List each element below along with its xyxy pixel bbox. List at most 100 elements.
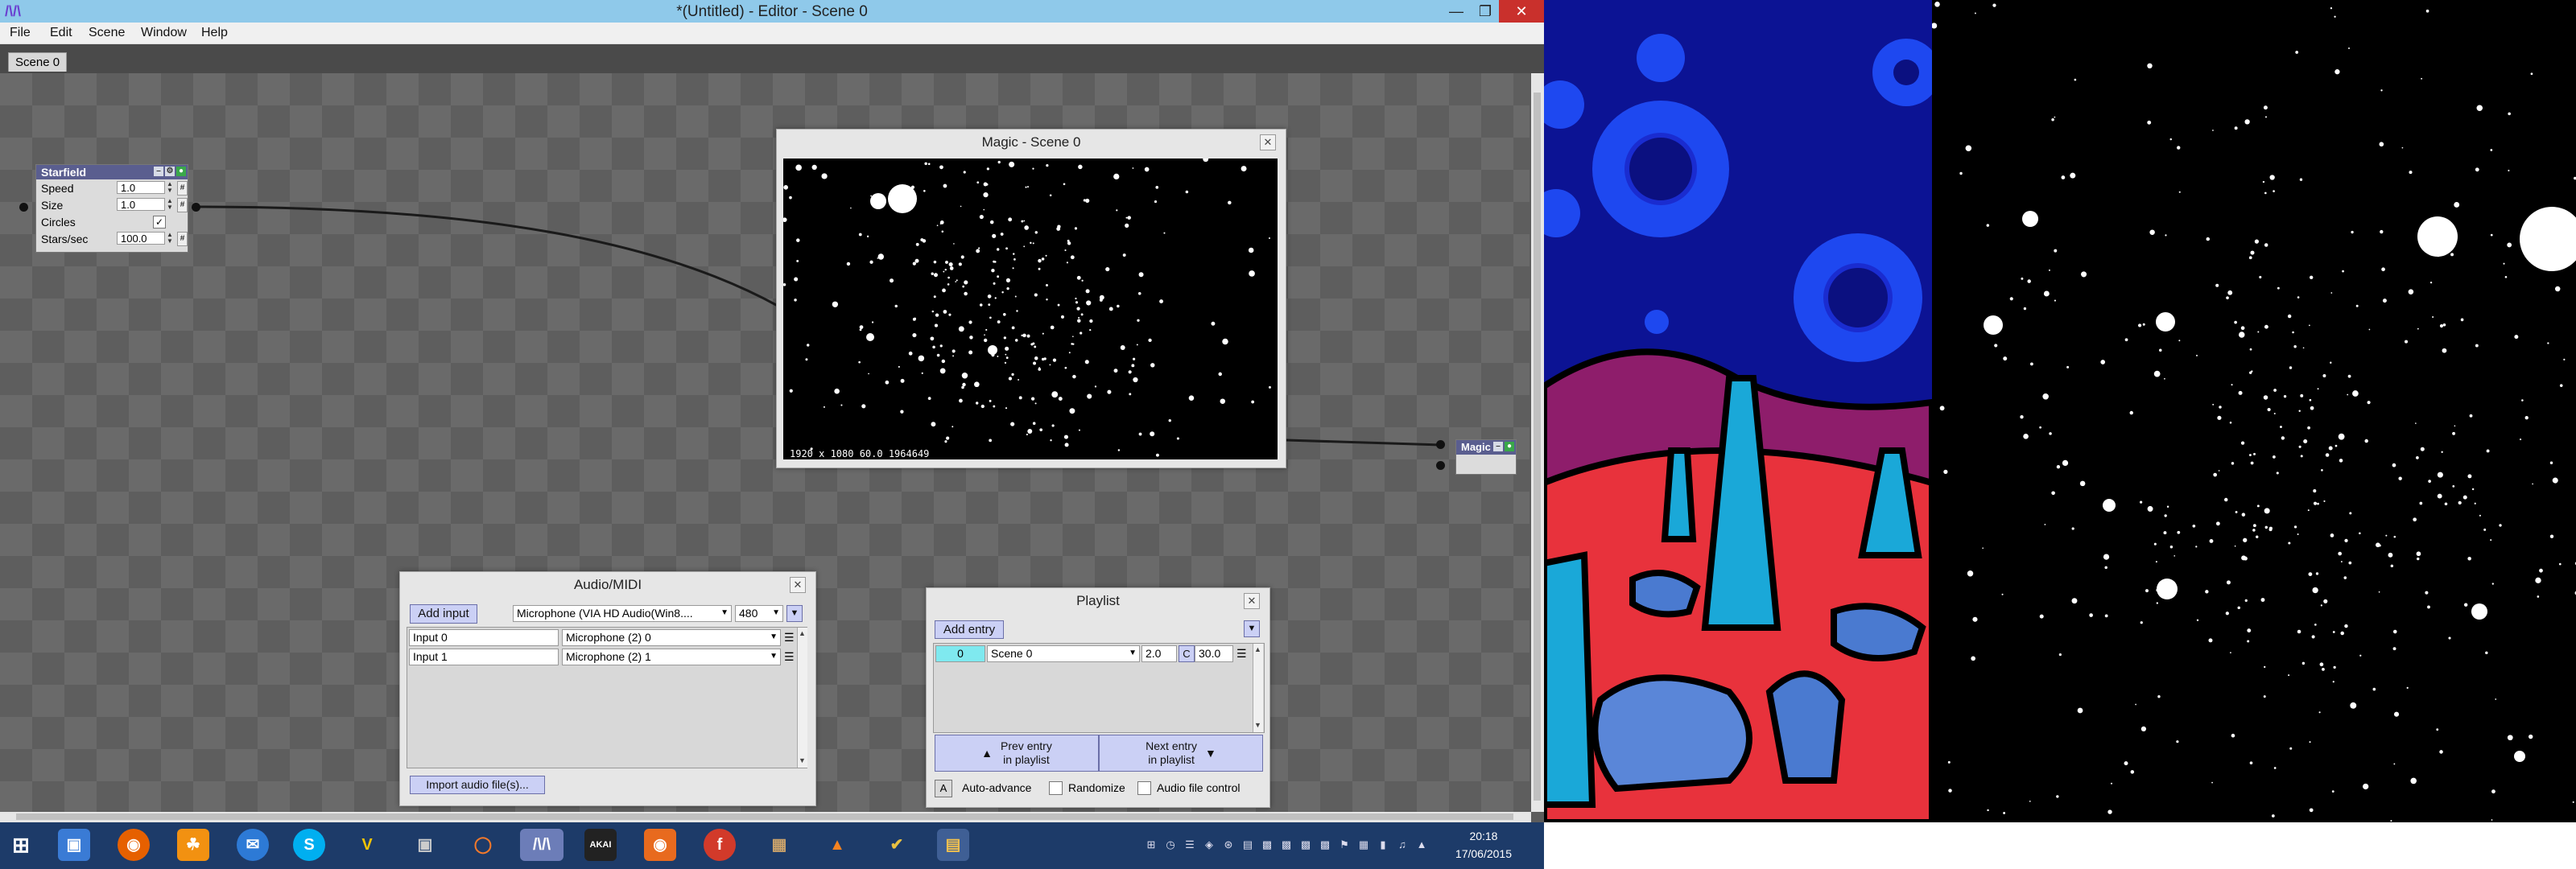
audio-midi-close-button[interactable]: ✕ [790,577,806,593]
circles-checkbox[interactable]: ✓ [153,216,166,229]
checklist-icon[interactable]: ✔ [881,829,913,861]
tray-menu-icon[interactable]: ☰ [1183,838,1196,851]
audio-menu-button[interactable]: ▼ [786,605,803,622]
tray-signal-icon[interactable]: ▲ [1415,838,1428,851]
tray-network-icon[interactable]: ▦ [1357,838,1370,851]
entry-index[interactable]: 0 [935,645,985,662]
size-link-button[interactable]: # [177,198,188,212]
entry-duration-input[interactable]: 2.0 [1141,645,1177,662]
playlist-close-button[interactable]: ✕ [1244,593,1260,609]
tray-card-icon[interactable]: ▩ [1319,838,1331,851]
traktor-icon[interactable]: ◉ [644,829,676,861]
size-spinner-icon[interactable]: ▲ ▼ [167,198,175,211]
firefox-icon[interactable]: ◉ [118,829,150,861]
stars-per-sec-input[interactable]: 100.0 [117,232,165,245]
node-settings-icon[interactable]: ⚙ [165,167,175,176]
speed-spinner-icon[interactable]: ▲ ▼ [167,181,175,194]
buffer-size-select[interactable]: 480 ▼ [735,605,783,622]
scroll-down-icon[interactable]: ▼ [799,756,806,764]
canvas-horizontal-scroll-thumb[interactable] [16,813,1513,820]
import-audio-button[interactable]: Import audio file(s)... [410,776,545,794]
editor-window: /\/\ *(Untitled) - Editor - Scene 0 — ❐ … [0,0,1544,822]
fruity-loops-icon[interactable]: ☘ [177,829,209,861]
preview-close-button[interactable]: ✕ [1260,134,1276,150]
add-entry-button[interactable]: Add entry [935,620,1004,639]
playlist-scrollbar[interactable]: ▲ ▼ [1253,644,1263,732]
taskbar-clock[interactable]: 20:18 17/06/2015 [1455,827,1512,863]
chevron-down-icon: ▼ [770,632,778,641]
tray-flag-icon[interactable]: ⚑ [1338,838,1351,851]
tray-green-icon[interactable]: ▩ [1299,838,1312,851]
drag-handle-icon[interactable]: ☰ [784,631,795,645]
drag-handle-icon[interactable]: ☰ [784,650,795,664]
audio-midi-window[interactable]: Audio/MIDI ✕ Add input Microphone (VIA H… [399,571,816,806]
input-name-1[interactable]: Input 1 [409,649,559,665]
auto-advance-label: Auto-advance [962,781,1032,794]
magic-input-port-2[interactable] [1436,461,1445,470]
archive-icon[interactable]: ▦ [763,829,795,861]
size-input[interactable]: 1.0 [117,198,165,211]
node-enable-icon[interactable]: ● [1505,442,1514,451]
preview-status: 1920 x 1080 60.0 1964649 [790,448,930,459]
drag-handle-icon[interactable]: ☰ [1236,647,1248,661]
input-channel-select-0[interactable]: Microphone (2) 0 ▼ [562,629,781,646]
audio-file-control-checkbox[interactable] [1137,781,1151,795]
stars-spinner-icon[interactable]: ▲ ▼ [167,232,175,245]
starfield-input-port[interactable] [19,203,28,212]
speed-link-button[interactable]: # [177,181,188,196]
preview-window[interactable]: Magic - Scene 0 ✕ 1920 x 1080 60.0 19646… [776,129,1286,468]
next-entry-button[interactable]: Next entry in playlist ▼ [1099,735,1263,772]
file-explorer-icon[interactable]: ▤ [937,829,969,861]
entry-scene-select[interactable]: Scene 0 ▼ [987,645,1140,662]
magic-input-port-1[interactable] [1436,440,1445,449]
input-name-0[interactable]: Input 0 [409,629,559,646]
canvas-vertical-scroll-thumb[interactable] [1534,93,1541,801]
entry-value-input[interactable]: 30.0 [1195,645,1233,662]
akai-icon[interactable]: AKAI [584,829,617,861]
skype-icon[interactable]: S [293,829,325,861]
auto-advance-key-button[interactable]: A [935,780,952,797]
input-channel-select-1[interactable]: Microphone (2) 1 ▼ [562,649,781,665]
add-input-button[interactable]: Add input [410,604,477,624]
tray-bluetooth-icon[interactable]: ⊛ [1222,838,1235,851]
entry-mode-button[interactable]: C [1179,645,1195,662]
playlist-menu-button[interactable]: ▼ [1244,620,1260,637]
magic-output-node[interactable]: Magic – ● [1455,439,1517,475]
node-minimize-icon[interactable]: – [1493,442,1503,451]
tray-app-icon[interactable]: ◈ [1203,838,1216,851]
audio-list-scrollbar[interactable]: ▲ ▼ [797,628,807,768]
tray-stack-icon[interactable]: ▤ [1241,838,1254,851]
prev-entry-button[interactable]: ▲ Prev entry in playlist [935,735,1099,772]
input-channel-label: Microphone (2) 1 [566,650,651,663]
explorer-desktop-icon[interactable]: ▣ [58,829,90,861]
node-minimize-icon[interactable]: – [154,167,163,176]
windows-start-icon[interactable]: ⊞ [5,829,37,861]
tray-volume-icon[interactable]: ♫ [1396,838,1409,851]
starfield-node-header[interactable]: Starfield – ⚙ ● [36,165,188,179]
audio-device-select[interactable]: Microphone (VIA HD Audio(Win8.... ▼ [513,605,732,622]
starfield-output-port[interactable] [192,203,200,212]
randomize-checkbox[interactable] [1049,781,1063,795]
tray-clock-icon[interactable]: ◷ [1164,838,1177,851]
tray-battery-icon[interactable]: ▮ [1377,838,1389,851]
scroll-up-icon[interactable]: ▲ [1254,645,1261,653]
flash-icon[interactable]: f [704,829,736,861]
taskbar: ⊞ ▣ ◉ ☘ ✉ S V ▣ ◯ /\/\ AKAI ◉ f ▦ ▲ ✔ ▤ … [0,822,1544,869]
node-enable-icon[interactable]: ● [176,167,186,176]
tray-monitor-icon[interactable]: ▩ [1261,838,1274,851]
speed-input[interactable]: 1.0 [117,181,165,194]
stars-link-button[interactable]: # [177,232,188,246]
playlist-window[interactable]: Playlist ✕ Add entry ▼ 0 Scene 0 ▼ 2.0 C … [926,587,1270,808]
tray-windows-icon[interactable]: ⊞ [1145,838,1158,851]
vlc-icon[interactable]: ▲ [821,829,853,861]
scroll-up-icon[interactable]: ▲ [799,629,806,637]
starfield-node[interactable]: Starfield – ⚙ ● Speed 1.0 ▲ ▼ # Size 1.0 … [35,164,188,253]
thunderbird-icon[interactable]: ✉ [237,829,269,861]
scroll-down-icon[interactable]: ▼ [1254,721,1261,729]
magic-node-header[interactable]: Magic – ● [1456,440,1516,455]
magic-taskbar-icon[interactable]: /\/\ [520,829,564,861]
camera-app-icon[interactable]: ▣ [409,829,441,861]
tray-display-icon[interactable]: ▩ [1280,838,1293,851]
vegas-icon[interactable]: V [351,829,383,861]
blender-icon[interactable]: ◯ [467,829,499,861]
